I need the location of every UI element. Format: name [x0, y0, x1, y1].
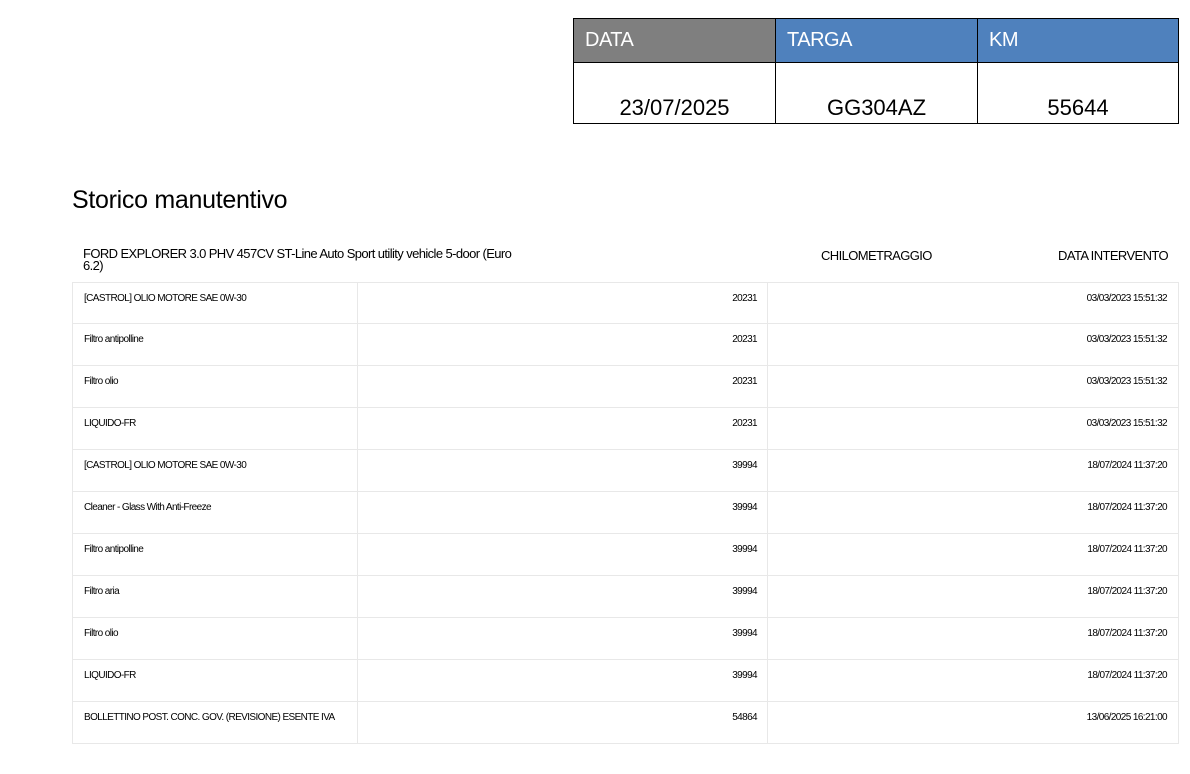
service-mileage: 20231 [358, 283, 768, 323]
service-date: 03/03/2023 15:51:32 [768, 324, 1179, 365]
service-date: 13/06/2025 16:21:00 [768, 702, 1179, 743]
table-row: Filtro olio 20231 03/03/2023 15:51:32 [72, 366, 1179, 408]
vehicle-title: FORD EXPLORER 3.0 PHV 457CV ST-Line Auto… [83, 246, 512, 273]
table-row: [CASTROL] OLIO MOTORE SAE 0W-30 20231 03/0… [72, 282, 1179, 324]
service-date: 18/07/2024 11:37:20 [768, 492, 1179, 533]
service-date: 18/07/2024 11:37:20 [768, 450, 1179, 491]
km-header: KM [978, 19, 1178, 63]
service-mileage: 39994 [358, 492, 768, 533]
service-date: 03/03/2023 15:51:32 [768, 408, 1179, 449]
targa-value: GG304AZ [776, 63, 978, 123]
table-row: Filtro aria 39994 18/07/2024 11:37:20 [72, 576, 1179, 618]
data-header: DATA [574, 19, 776, 63]
service-mileage: 39994 [358, 450, 768, 491]
service-date: 18/07/2024 11:37:20 [768, 618, 1179, 659]
service-description: Filtro olio [72, 618, 358, 659]
table-row: Filtro antipolline 39994 18/07/2024 11:37:… [72, 534, 1179, 576]
service-mileage: 39994 [358, 618, 768, 659]
table-header: FORD EXPLORER 3.0 PHV 457CV ST-Line Auto… [72, 240, 1179, 282]
table-row: Filtro olio 39994 18/07/2024 11:37:20 [72, 618, 1179, 660]
service-description: Filtro antipolline [72, 534, 358, 575]
service-description: [CASTROL] OLIO MOTORE SAE 0W-30 [72, 450, 358, 491]
data-value: 23/07/2025 [574, 63, 776, 123]
vehicle-info-box: DATA TARGA KM 23/07/2025 GG304AZ 55644 [573, 18, 1179, 124]
service-description: LIQUIDO-FR [72, 408, 358, 449]
maintenance-table-body: [CASTROL] OLIO MOTORE SAE 0W-30 20231 03/0… [72, 282, 1179, 744]
service-date: 18/07/2024 11:37:20 [768, 534, 1179, 575]
service-mileage: 39994 [358, 534, 768, 575]
service-date: 03/03/2023 15:51:32 [768, 283, 1179, 323]
table-row: Cleaner - Glass With Anti-Freeze 39994 18/… [72, 492, 1179, 534]
service-mileage: 20231 [358, 408, 768, 449]
service-description: Cleaner - Glass With Anti-Freeze [72, 492, 358, 533]
table-row: [CASTROL] OLIO MOTORE SAE 0W-30 39994 18/0… [72, 450, 1179, 492]
table-row: LIQUIDO-FR 39994 18/07/2024 11:37:20 [72, 660, 1179, 702]
service-description: LIQUIDO-FR [72, 660, 358, 701]
date-column-header: DATA INTERVENTO [1058, 248, 1169, 263]
section-title: Storico manutentivo [72, 186, 288, 214]
table-row: Filtro antipolline 20231 03/03/2023 15:51:… [72, 324, 1179, 366]
table-row: BOLLETTINO POST. CONC. GOV. (REVISIONE) … [72, 702, 1179, 744]
service-date: 18/07/2024 11:37:20 [768, 576, 1179, 617]
service-date: 18/07/2024 11:37:20 [768, 660, 1179, 701]
mileage-column-header: CHILOMETRAGGIO [821, 248, 932, 263]
service-description: Filtro antipolline [72, 324, 358, 365]
service-description: Filtro olio [72, 366, 358, 407]
service-mileage: 20231 [358, 324, 768, 365]
service-description: Filtro aria [72, 576, 358, 617]
service-mileage: 54864 [358, 702, 768, 743]
service-description: [CASTROL] OLIO MOTORE SAE 0W-30 [72, 283, 358, 323]
service-mileage: 39994 [358, 660, 768, 701]
service-date: 03/03/2023 15:51:32 [768, 366, 1179, 407]
km-value: 55644 [1047, 95, 1109, 120]
service-mileage: 20231 [358, 366, 768, 407]
service-mileage: 39994 [358, 576, 768, 617]
targa-header: TARGA [776, 19, 978, 63]
service-description: BOLLETTINO POST. CONC. GOV. (REVISIONE) … [72, 702, 358, 743]
table-row: LIQUIDO-FR 20231 03/03/2023 15:51:32 [72, 408, 1179, 450]
